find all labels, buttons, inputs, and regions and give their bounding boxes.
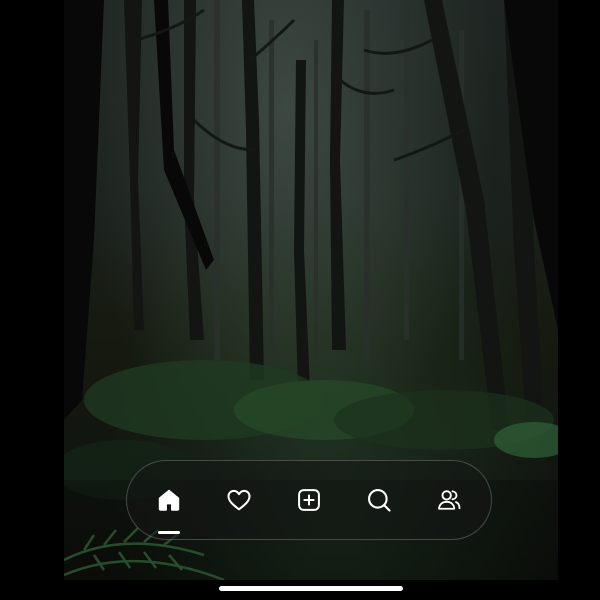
tab-friends[interactable] (429, 480, 469, 520)
app-screen (0, 0, 600, 600)
tab-home[interactable] (149, 480, 189, 534)
search-icon (365, 486, 393, 514)
home-icon (155, 486, 183, 514)
people-icon (435, 486, 463, 514)
tab-search[interactable] (359, 480, 399, 520)
home-indicator-bar[interactable] (219, 586, 403, 591)
active-tab-indicator (158, 531, 180, 534)
tab-create[interactable] (289, 480, 329, 520)
add-square-icon (295, 486, 323, 514)
bottom-tab-bar (126, 460, 492, 540)
heart-icon (225, 486, 253, 514)
tab-activity[interactable] (219, 480, 259, 520)
